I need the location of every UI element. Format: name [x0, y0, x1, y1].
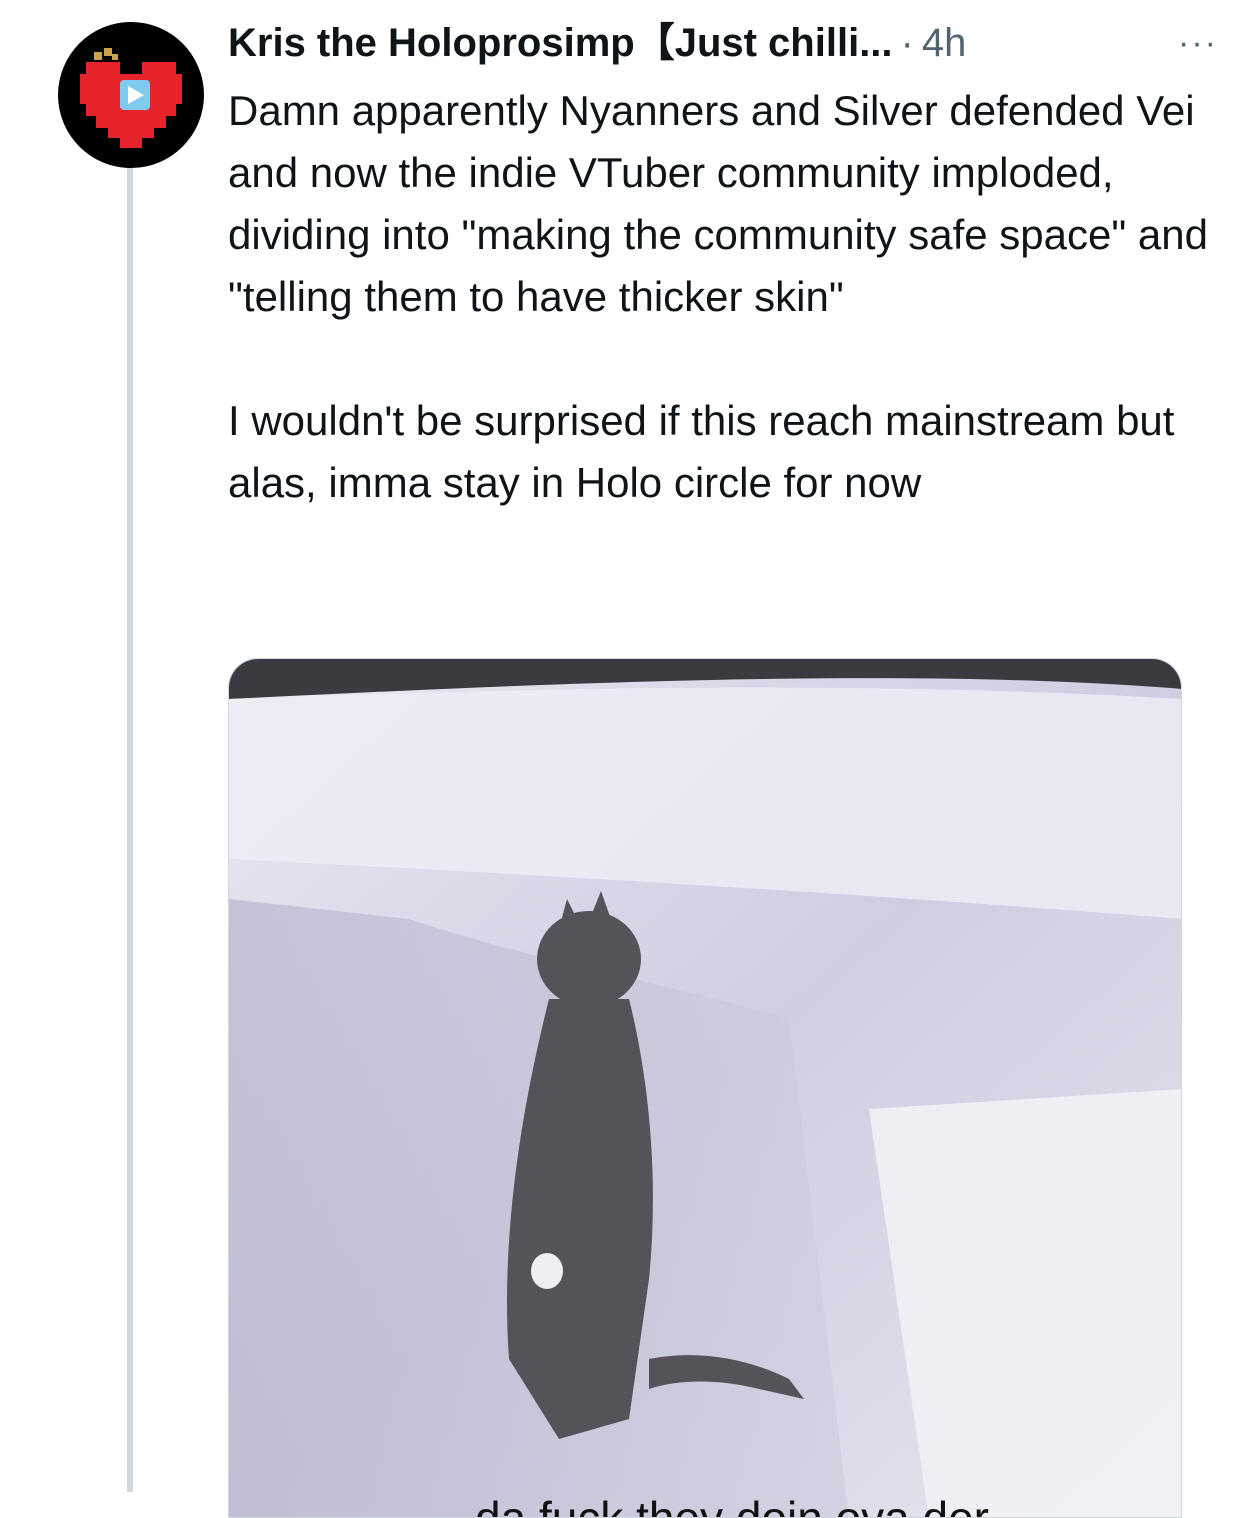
more-horizontal-icon[interactable]: ··· — [1178, 18, 1218, 68]
pixel-heart-play-icon — [80, 48, 182, 148]
tweet-header: Kris the Holoprosimp【Just chilli... · 4h… — [228, 18, 1218, 68]
cat-in-snow-image — [229, 659, 1181, 1517]
tweet-paragraph-2: I wouldn't be surprised if this reach ma… — [228, 397, 1175, 506]
tweet-paragraph-1: Damn apparently Nyanners and Silver defe… — [228, 87, 1209, 320]
meme-caption: da fuck they doin ova der — [475, 1492, 989, 1518]
thread-connector-line — [127, 168, 133, 1492]
tweet-timestamp[interactable]: 4h — [922, 18, 967, 68]
author-avatar[interactable] — [58, 22, 204, 168]
header-separator: · — [900, 21, 914, 65]
tweet-body: Damn apparently Nyanners and Silver defe… — [228, 80, 1208, 514]
tweet-media-image[interactable]: da fuck they doin ova der — [228, 658, 1182, 1518]
author-name[interactable]: Kris the Holoprosimp【Just chilli... — [228, 18, 893, 68]
